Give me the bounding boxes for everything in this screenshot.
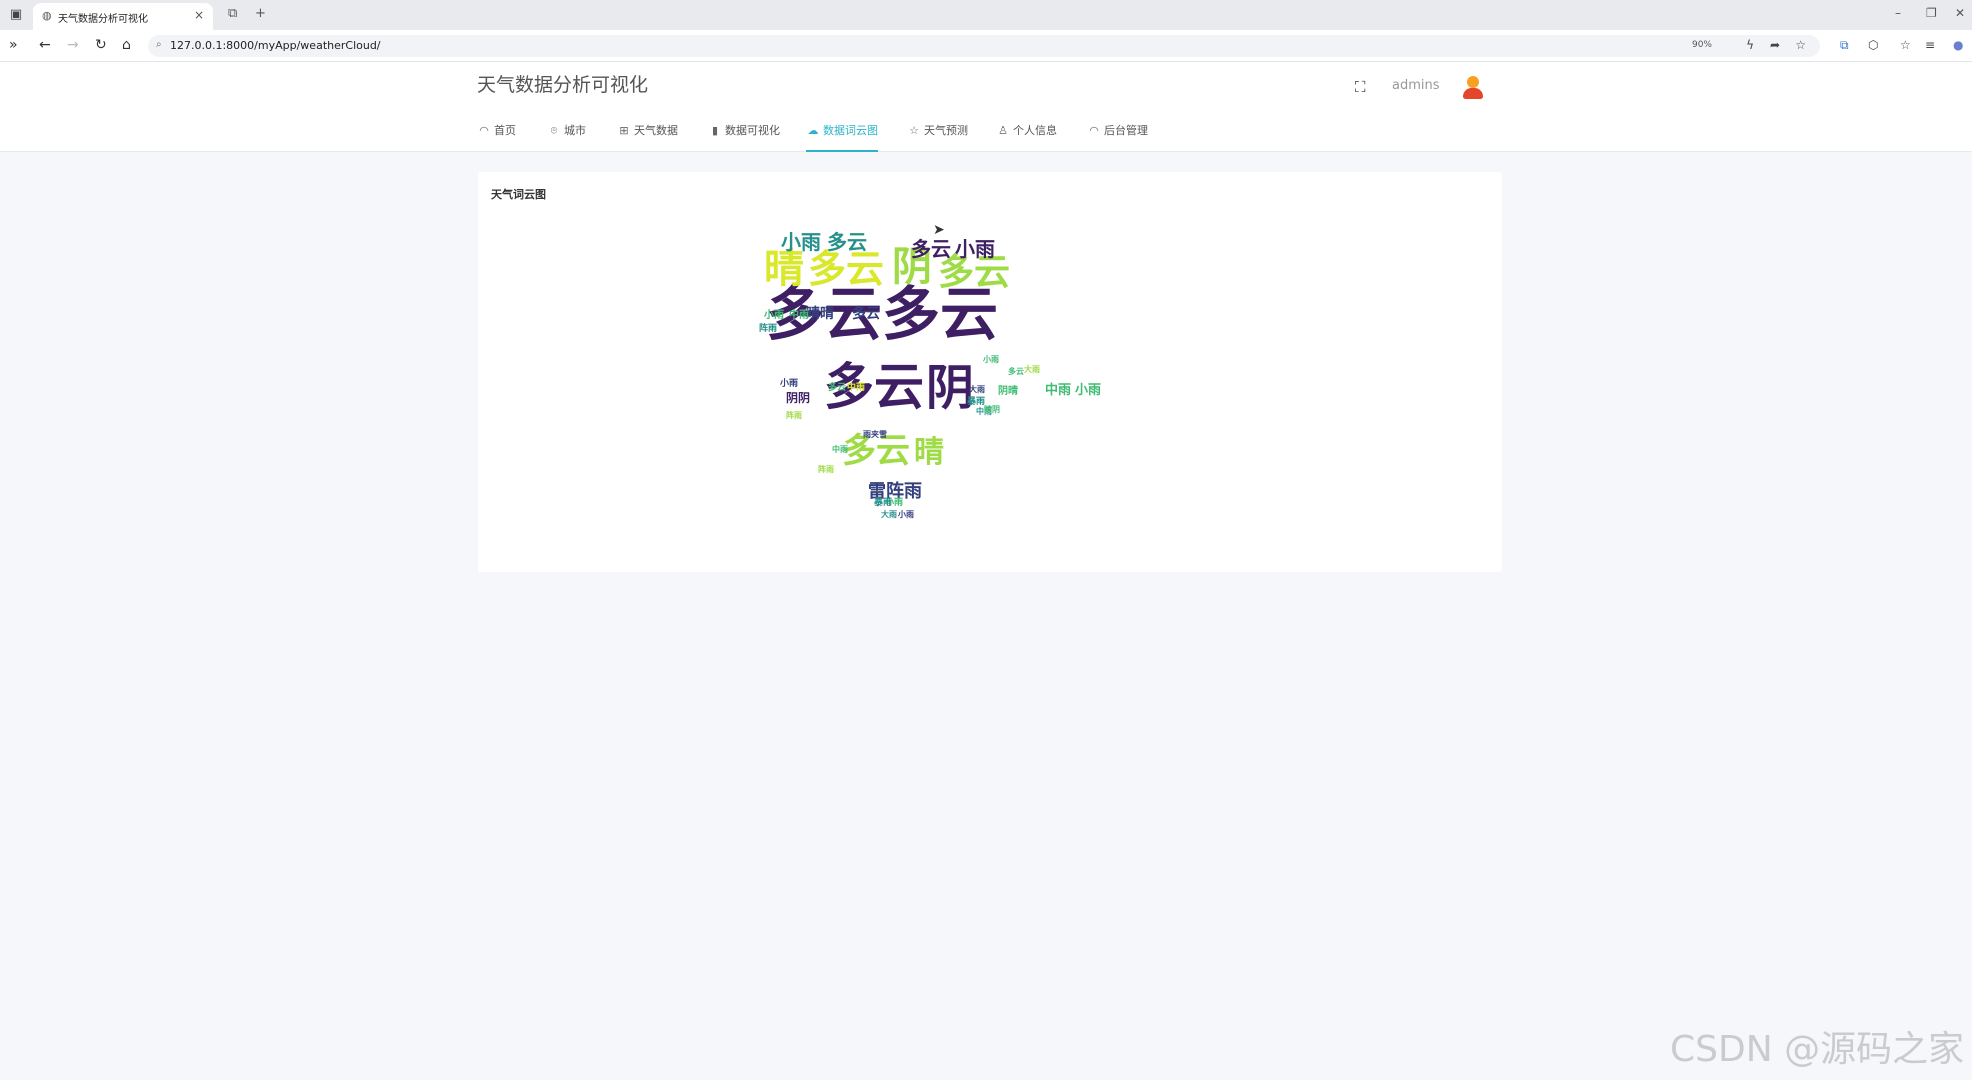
extensions-icon[interactable]: ⬡ — [1868, 38, 1878, 52]
star-icon: ☆ — [909, 124, 919, 137]
wordcloud-word: 小雨 — [763, 308, 784, 321]
wordcloud-word: 晴阴 — [984, 404, 1000, 414]
wordcloud-word: 阴晴 — [998, 384, 1018, 397]
nav-label: 城市 — [564, 124, 586, 137]
wordcloud-word: 多云 — [911, 237, 951, 261]
expand-icon[interactable]: » — [9, 37, 18, 53]
forward-icon[interactable]: → — [67, 37, 79, 53]
bookmark-star-icon[interactable]: ☆ — [1795, 38, 1806, 52]
wordcloud-word: 中雨 — [1045, 382, 1071, 398]
nav-label: 个人信息 — [1013, 124, 1057, 137]
translate-icon[interactable]: ⧉ — [1840, 38, 1849, 53]
wordcloud-word: 暴雨 — [873, 497, 892, 508]
wordcloud-word: 小雨 — [955, 237, 995, 261]
window-close-icon[interactable]: ✕ — [1955, 6, 1965, 20]
wordcloud-word: 多云 — [827, 230, 867, 254]
avatar[interactable] — [1460, 74, 1486, 100]
watermark: CSDN @源码之家 — [1670, 1029, 1965, 1070]
wordcloud-word: 晴 — [914, 435, 944, 470]
browser-tab[interactable]: ◍ 天气数据分析可视化 × — [33, 3, 213, 30]
wordcloud-word: 阵雨 — [759, 322, 777, 334]
wordcloud-word: 阴 — [926, 360, 974, 416]
wordcloud-word: 阵雨 — [818, 464, 834, 474]
nav-label: 首页 — [494, 124, 516, 137]
nav-item-visualization[interactable]: ▮ 数据可视化 — [708, 122, 780, 152]
nav-label: 后台管理 — [1104, 124, 1148, 137]
new-tab-icon[interactable]: + — [255, 6, 266, 21]
zoom-level[interactable]: 90% — [1692, 40, 1712, 50]
wordcloud-word: 多云 — [1008, 366, 1024, 376]
bar-chart-icon: ▮ — [711, 124, 719, 137]
nav-item-city[interactable]: ⌾ 城市 — [547, 122, 586, 152]
address-bar: » ← → ↻ ⌂ ⌕ 127.0.0.1:8000/myApp/weather… — [0, 30, 1972, 62]
search-icon: ⌕ — [156, 39, 162, 50]
nav-item-wordcloud[interactable]: ☁ 数据词云图 — [806, 122, 878, 152]
profile-icon[interactable]: ● — [1953, 38, 1963, 52]
username[interactable]: admins — [1392, 78, 1440, 93]
wordcloud-word: 大雨 — [1024, 364, 1040, 374]
back-icon[interactable]: ← — [39, 37, 51, 53]
favorites-icon[interactable]: ☆ — [1900, 38, 1911, 52]
url-text: 127.0.0.1:8000/myApp/weatherCloud/ — [170, 39, 381, 52]
wordcloud-word: 大雨 — [969, 384, 985, 394]
minimize-icon[interactable]: – — [1895, 6, 1901, 20]
wordcloud-word: 阵雨 — [786, 410, 802, 420]
wordcloud-image: 多云 多云多云 阴晴 多云阴多云多云 晴小雨 多云 多云 小雨雷阵雨晴晴 多云阴阴 中雨 小雨小雨中… — [759, 230, 1101, 519]
app-header: 天气数据分析可视化 ⛶ admins ◠ 首页 ⌾ 城市 ⊞ 天气数据 ▮ 数据可视化 … — [0, 62, 1972, 152]
wordcloud-word: 大雨 — [881, 509, 897, 519]
wordcloud-word: 中雨 — [832, 444, 848, 454]
wordcloud-card: 天气词云图 多云 多云 多云阴晴多云阴多云 多云晴小雨 多云 多云 小雨 雷阵雨 晴晴 多云 阴阴中… — [478, 172, 1502, 572]
wordcloud-word: 暴雨 — [966, 396, 985, 407]
dashboard-icon: ◠ — [1089, 124, 1099, 137]
page-title: 天气数据分析可视化 — [477, 74, 649, 96]
nav-item-forecast[interactable]: ☆ 天气预测 — [907, 122, 968, 152]
wordcloud-word: 小雨 — [982, 354, 999, 364]
home-icon[interactable]: ⌂ — [122, 37, 131, 53]
wordcloud-word: 中雨 — [789, 308, 809, 321]
reload-icon[interactable]: ↻ — [95, 37, 107, 53]
grid-icon: ⊞ — [619, 124, 629, 137]
fullscreen-icon[interactable]: ⛶ — [1355, 78, 1366, 96]
wordcloud-word: 多云 — [828, 381, 846, 393]
mouse-cursor-icon: ➤ — [933, 222, 945, 238]
wordcloud-word: 小雨 — [781, 230, 821, 254]
share-icon[interactable]: ➦ — [1770, 38, 1780, 52]
restore-icon[interactable]: ❐ — [1926, 6, 1937, 20]
nav-item-profile[interactable]: ♙ 个人信息 — [996, 122, 1057, 152]
wordcloud-word: 中雨 — [847, 381, 865, 393]
user-icon: ♙ — [998, 124, 1008, 137]
dashboard-icon: ◠ — [479, 124, 489, 137]
sidebar-toggle-icon[interactable]: ▣ — [6, 7, 26, 23]
url-field[interactable]: ⌕ 127.0.0.1:8000/myApp/weatherCloud/ 90%… — [148, 35, 1820, 57]
wordcloud-word: 雨夹雪 — [863, 429, 887, 439]
lightning-icon[interactable]: ϟ — [1746, 38, 1754, 52]
wordcloud-word: 小雨 — [897, 509, 914, 519]
wordcloud-word: 晴晴 — [806, 305, 834, 322]
tab-groups-icon[interactable]: ⧉ — [228, 6, 237, 21]
globe-icon: ◍ — [42, 9, 52, 22]
wordcloud-word: 小雨 — [1075, 383, 1101, 398]
location-pin-icon: ⌾ — [550, 124, 558, 137]
browser-tab-bar: ▣ ◍ 天气数据分析可视化 × ⧉ + – ❐ ✕ — [0, 0, 1972, 30]
cloud-icon: ☁ — [807, 124, 819, 137]
wordcloud-word: 多云 — [852, 305, 880, 322]
nav-label: 数据词云图 — [823, 124, 878, 137]
wordcloud-word: 阴阴 — [786, 390, 810, 405]
nav-item-admin[interactable]: ◠ 后台管理 — [1087, 122, 1148, 152]
nav-label: 天气数据 — [634, 124, 678, 137]
nav-label: 数据可视化 — [725, 124, 780, 137]
wordcloud-word: 小雨 — [779, 377, 798, 389]
menu-icon[interactable]: ≡ — [1925, 38, 1935, 52]
tab-title: 天气数据分析可视化 — [58, 14, 148, 25]
nav-label: 天气预测 — [924, 124, 968, 137]
close-tab-icon[interactable]: × — [194, 8, 204, 22]
nav-item-weather-data[interactable]: ⊞ 天气数据 — [617, 122, 678, 152]
nav-item-home[interactable]: ◠ 首页 — [477, 122, 516, 152]
